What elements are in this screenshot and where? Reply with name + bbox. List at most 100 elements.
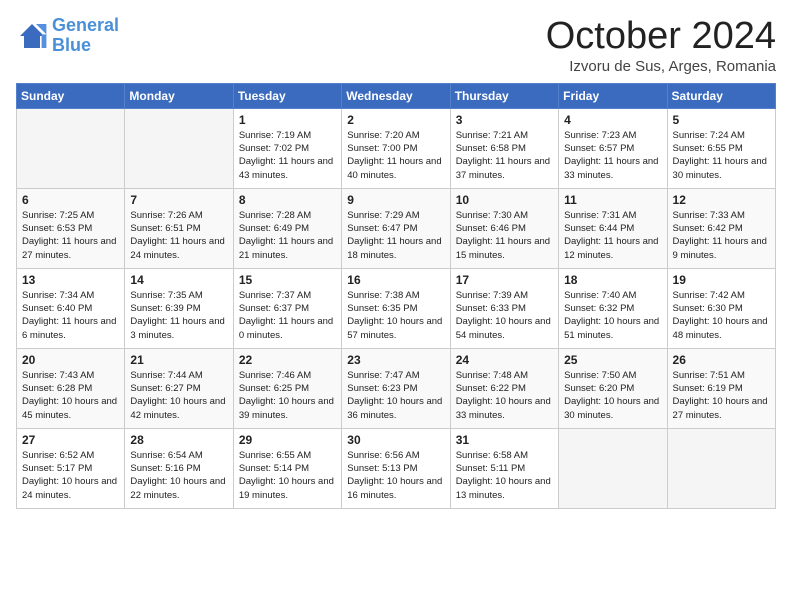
day-cell: 13 Sunrise: 7:34 AMSunset: 6:40 PMDayligh… bbox=[17, 268, 125, 348]
day-cell: 22 Sunrise: 7:46 AMSunset: 6:25 PMDayligh… bbox=[233, 348, 341, 428]
day-number: 13 bbox=[22, 273, 119, 287]
day-info: Sunrise: 7:47 AMSunset: 6:23 PMDaylight:… bbox=[347, 369, 444, 422]
day-cell: 25Sunrise: 7:50 AMSunset: 6:20 PMDayligh… bbox=[559, 348, 667, 428]
day-info: Sunrise: 7:30 AMSunset: 6:46 PMDaylight:… bbox=[456, 209, 553, 262]
day-cell: 31 Sunrise: 6:58 AMSunset: 5:11 PMDayligh… bbox=[450, 428, 558, 508]
day-cell: 30Sunrise: 6:56 AMSunset: 5:13 PMDayligh… bbox=[342, 428, 450, 508]
day-cell bbox=[17, 108, 125, 188]
calendar-body: 1 Sunrise: 7:19 AMSunset: 7:02 PMDaylight… bbox=[17, 108, 776, 508]
day-cell: 20Sunrise: 7:43 AMSunset: 6:28 PMDayligh… bbox=[17, 348, 125, 428]
day-number: 11 bbox=[564, 193, 661, 207]
header-cell-wednesday: Wednesday bbox=[342, 83, 450, 108]
day-cell: 11 Sunrise: 7:31 AMSunset: 6:44 PMDayligh… bbox=[559, 188, 667, 268]
day-cell: 6Sunrise: 7:25 AMSunset: 6:53 PMDaylight… bbox=[17, 188, 125, 268]
day-cell: 8 Sunrise: 7:28 AMSunset: 6:49 PMDaylight… bbox=[233, 188, 341, 268]
day-cell: 23 Sunrise: 7:47 AMSunset: 6:23 PMDayligh… bbox=[342, 348, 450, 428]
day-info: Sunrise: 7:23 AMSunset: 6:57 PMDaylight:… bbox=[564, 129, 661, 182]
day-info: Sunrise: 6:56 AMSunset: 5:13 PMDaylight:… bbox=[347, 449, 444, 502]
day-cell: 15 Sunrise: 7:37 AMSunset: 6:37 PMDayligh… bbox=[233, 268, 341, 348]
logo: General Blue bbox=[16, 16, 119, 56]
day-info: Sunrise: 7:42 AMSunset: 6:30 PMDaylight:… bbox=[673, 289, 770, 342]
day-info: Sunrise: 7:48 AMSunset: 6:22 PMDaylight:… bbox=[456, 369, 553, 422]
calendar-table: SundayMondayTuesdayWednesdayThursdayFrid… bbox=[16, 83, 776, 509]
day-info: Sunrise: 6:52 AMSunset: 5:17 PMDaylight:… bbox=[22, 449, 119, 502]
day-number: 16 bbox=[347, 273, 444, 287]
day-cell bbox=[125, 108, 233, 188]
header-cell-tuesday: Tuesday bbox=[233, 83, 341, 108]
day-info: Sunrise: 7:51 AMSunset: 6:19 PMDaylight:… bbox=[673, 369, 770, 422]
day-cell: 19 Sunrise: 7:42 AMSunset: 6:30 PMDayligh… bbox=[667, 268, 775, 348]
day-cell: 9Sunrise: 7:29 AMSunset: 6:47 PMDaylight… bbox=[342, 188, 450, 268]
day-number: 3 bbox=[456, 113, 553, 127]
logo-blue: Blue bbox=[52, 36, 119, 56]
day-cell: 7 Sunrise: 7:26 AMSunset: 6:51 PMDaylight… bbox=[125, 188, 233, 268]
header-cell-sunday: Sunday bbox=[17, 83, 125, 108]
header-cell-friday: Friday bbox=[559, 83, 667, 108]
day-cell: 3 Sunrise: 7:21 AMSunset: 6:58 PMDaylight… bbox=[450, 108, 558, 188]
day-number: 27 bbox=[22, 433, 119, 447]
day-cell bbox=[667, 428, 775, 508]
day-info: Sunrise: 7:40 AMSunset: 6:32 PMDaylight:… bbox=[564, 289, 661, 342]
header-cell-thursday: Thursday bbox=[450, 83, 558, 108]
day-cell: 4 Sunrise: 7:23 AMSunset: 6:57 PMDaylight… bbox=[559, 108, 667, 188]
day-cell: 16 Sunrise: 7:38 AMSunset: 6:35 PMDayligh… bbox=[342, 268, 450, 348]
day-number: 4 bbox=[564, 113, 661, 127]
day-number: 5 bbox=[673, 113, 770, 127]
day-info: Sunrise: 7:34 AMSunset: 6:40 PMDaylight:… bbox=[22, 289, 119, 342]
day-info: Sunrise: 7:24 AMSunset: 6:55 PMDaylight:… bbox=[673, 129, 770, 182]
day-number: 21 bbox=[130, 353, 227, 367]
day-info: Sunrise: 7:29 AMSunset: 6:47 PMDaylight:… bbox=[347, 209, 444, 262]
day-number: 20 bbox=[22, 353, 119, 367]
week-row-1: 6Sunrise: 7:25 AMSunset: 6:53 PMDaylight… bbox=[17, 188, 776, 268]
day-number: 8 bbox=[239, 193, 336, 207]
day-info: Sunrise: 7:46 AMSunset: 6:25 PMDaylight:… bbox=[239, 369, 336, 422]
week-row-3: 20Sunrise: 7:43 AMSunset: 6:28 PMDayligh… bbox=[17, 348, 776, 428]
day-info: Sunrise: 7:39 AMSunset: 6:33 PMDaylight:… bbox=[456, 289, 553, 342]
calendar-header: SundayMondayTuesdayWednesdayThursdayFrid… bbox=[17, 83, 776, 108]
day-cell: 29Sunrise: 6:55 AMSunset: 5:14 PMDayligh… bbox=[233, 428, 341, 508]
day-cell: 17 Sunrise: 7:39 AMSunset: 6:33 PMDayligh… bbox=[450, 268, 558, 348]
location-subtitle: Izvoru de Sus, Arges, Romania bbox=[546, 58, 776, 75]
logo-general: General bbox=[52, 15, 119, 35]
day-number: 24 bbox=[456, 353, 553, 367]
day-number: 17 bbox=[456, 273, 553, 287]
day-cell: 10Sunrise: 7:30 AMSunset: 6:46 PMDayligh… bbox=[450, 188, 558, 268]
day-number: 15 bbox=[239, 273, 336, 287]
day-number: 12 bbox=[673, 193, 770, 207]
day-number: 7 bbox=[130, 193, 227, 207]
day-cell: 5 Sunrise: 7:24 AMSunset: 6:55 PMDaylight… bbox=[667, 108, 775, 188]
day-cell: 26Sunrise: 7:51 AMSunset: 6:19 PMDayligh… bbox=[667, 348, 775, 428]
header-cell-monday: Monday bbox=[125, 83, 233, 108]
week-row-0: 1 Sunrise: 7:19 AMSunset: 7:02 PMDaylight… bbox=[17, 108, 776, 188]
day-number: 1 bbox=[239, 113, 336, 127]
day-number: 22 bbox=[239, 353, 336, 367]
day-info: Sunrise: 6:58 AMSunset: 5:11 PMDaylight:… bbox=[456, 449, 553, 502]
day-info: Sunrise: 7:31 AMSunset: 6:44 PMDaylight:… bbox=[564, 209, 661, 262]
day-info: Sunrise: 7:38 AMSunset: 6:35 PMDaylight:… bbox=[347, 289, 444, 342]
day-number: 2 bbox=[347, 113, 444, 127]
day-number: 14 bbox=[130, 273, 227, 287]
logo-text: General Blue bbox=[52, 16, 119, 56]
month-title: October 2024 bbox=[546, 16, 776, 58]
day-info: Sunrise: 7:28 AMSunset: 6:49 PMDaylight:… bbox=[239, 209, 336, 262]
day-number: 23 bbox=[347, 353, 444, 367]
day-number: 31 bbox=[456, 433, 553, 447]
logo-icon bbox=[16, 20, 48, 52]
day-info: Sunrise: 7:37 AMSunset: 6:37 PMDaylight:… bbox=[239, 289, 336, 342]
header-cell-saturday: Saturday bbox=[667, 83, 775, 108]
day-info: Sunrise: 7:19 AMSunset: 7:02 PMDaylight:… bbox=[239, 129, 336, 182]
day-cell: 27 Sunrise: 6:52 AMSunset: 5:17 PMDayligh… bbox=[17, 428, 125, 508]
day-info: Sunrise: 7:25 AMSunset: 6:53 PMDaylight:… bbox=[22, 209, 119, 262]
day-cell: 24 Sunrise: 7:48 AMSunset: 6:22 PMDayligh… bbox=[450, 348, 558, 428]
day-cell: 18 Sunrise: 7:40 AMSunset: 6:32 PMDayligh… bbox=[559, 268, 667, 348]
day-cell: 2Sunrise: 7:20 AMSunset: 7:00 PMDaylight… bbox=[342, 108, 450, 188]
week-row-4: 27 Sunrise: 6:52 AMSunset: 5:17 PMDayligh… bbox=[17, 428, 776, 508]
day-number: 18 bbox=[564, 273, 661, 287]
day-number: 19 bbox=[673, 273, 770, 287]
day-info: Sunrise: 7:21 AMSunset: 6:58 PMDaylight:… bbox=[456, 129, 553, 182]
day-info: Sunrise: 7:26 AMSunset: 6:51 PMDaylight:… bbox=[130, 209, 227, 262]
day-info: Sunrise: 7:44 AMSunset: 6:27 PMDaylight:… bbox=[130, 369, 227, 422]
day-info: Sunrise: 7:50 AMSunset: 6:20 PMDaylight:… bbox=[564, 369, 661, 422]
day-cell: 28Sunrise: 6:54 AMSunset: 5:16 PMDayligh… bbox=[125, 428, 233, 508]
page-header: General Blue October 2024 Izvoru de Sus,… bbox=[16, 16, 776, 75]
